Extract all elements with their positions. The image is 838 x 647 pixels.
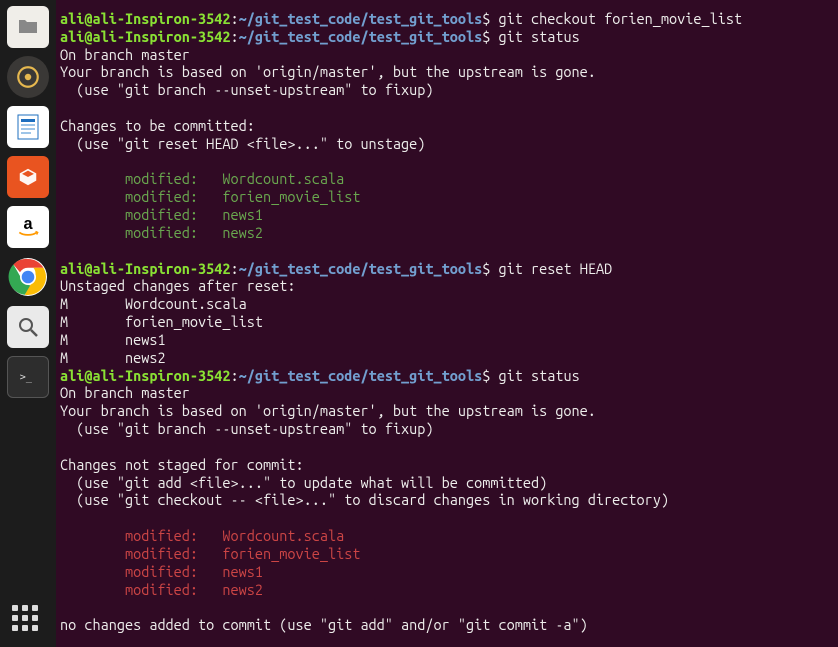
output-line: (use "git branch --unset-upstream" to fi… (60, 420, 434, 437)
launcher-bar: a >_ (0, 0, 56, 647)
svg-text:>_: >_ (20, 372, 33, 383)
unstaged-file: modified: forien_movie_list (60, 545, 360, 562)
prompt-user: ali@ali-Inspiron-3542 (60, 10, 231, 27)
software-center-icon[interactable] (7, 156, 49, 198)
output-line: On branch master (60, 384, 190, 401)
command-line: git reset HEAD (499, 260, 613, 277)
output-line: Your branch is based on 'origin/master',… (60, 63, 596, 80)
show-applications-icon[interactable] (12, 605, 44, 637)
staged-file: modified: news1 (60, 206, 263, 223)
output-line: (use "git reset HEAD <file>..." to unsta… (60, 135, 425, 152)
staged-file: modified: news2 (60, 224, 263, 241)
output-line: M forien_movie_list (60, 313, 263, 330)
output-line: no changes added to commit (use "git add… (60, 616, 588, 633)
files-icon[interactable] (7, 6, 49, 48)
staged-file: modified: forien_movie_list (60, 188, 360, 205)
svg-text:a: a (23, 215, 33, 233)
chrome-icon[interactable] (7, 256, 49, 298)
search-icon[interactable] (7, 306, 49, 348)
prompt-path: ~/git_test_code/test_git_tools (239, 10, 483, 27)
command-line: git status (499, 28, 580, 45)
libreoffice-writer-icon[interactable] (7, 106, 49, 148)
output-line: Changes to be committed: (60, 117, 255, 134)
output-line: (use "git add <file>..." to update what … (60, 474, 547, 491)
terminal-icon[interactable]: >_ (7, 356, 49, 398)
output-line: On branch master (60, 46, 190, 63)
output-line: (use "git branch --unset-upstream" to fi… (60, 81, 434, 98)
terminal-output[interactable]: ali@ali-Inspiron-3542:~/git_test_code/te… (56, 0, 838, 647)
unstaged-file: modified: news1 (60, 563, 263, 580)
output-line: M news2 (60, 349, 166, 366)
sound-icon[interactable] (7, 56, 49, 98)
output-line: (use "git checkout -- <file>..." to disc… (60, 491, 669, 508)
output-line: Your branch is based on 'origin/master',… (60, 402, 596, 419)
amazon-icon[interactable]: a (7, 206, 49, 248)
output-line: Changes not staged for commit: (60, 456, 304, 473)
unstaged-file: modified: news2 (60, 581, 263, 598)
output-line: Unstaged changes after reset: (60, 277, 295, 294)
command-line: git status (499, 367, 580, 384)
output-line: M news1 (60, 331, 166, 348)
unstaged-file: modified: Wordcount.scala (60, 527, 344, 544)
command-line: git checkout forien_movie_list (499, 10, 743, 27)
staged-file: modified: Wordcount.scala (60, 170, 344, 187)
output-line: M Wordcount.scala (60, 295, 247, 312)
